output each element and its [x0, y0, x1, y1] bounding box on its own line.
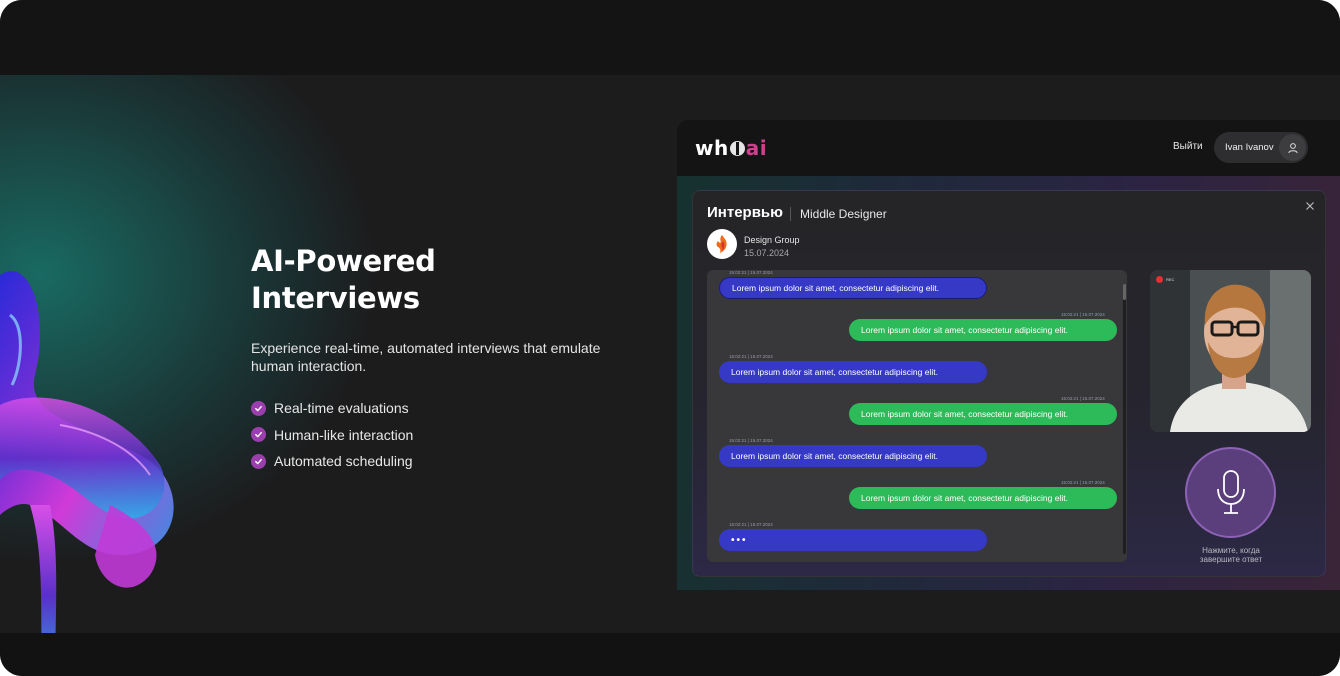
check-icon — [251, 400, 266, 416]
candidate-avatar-icon — [1150, 270, 1311, 432]
abstract-3d-shape-icon — [0, 271, 174, 633]
app-body: Интервью Middle Designer Design Group 15… — [677, 176, 1340, 590]
ai-message: Lorem ipsum dolor sit amet, consectetur … — [719, 277, 987, 299]
message-timestamp: 15:02:21 | 15.07.2024 — [729, 354, 773, 359]
recording-label: REC — [1166, 277, 1175, 282]
message-timestamp: 15:02:21 | 15.07.2024 — [729, 438, 773, 443]
message-timestamp: 15:02:21 | 15.07.2024 — [1061, 480, 1105, 485]
recording-indicator-icon — [1156, 276, 1163, 283]
hero-title: AI-Powered Interviews — [251, 244, 436, 315]
typing-indicator: ••• — [719, 529, 987, 551]
microphone-icon — [1216, 469, 1245, 514]
ai-message: Lorem ipsum dolor sit amet, consectetur … — [719, 445, 987, 467]
chat-panel[interactable]: 15:02:21 | 15.07.2024 Lorem ipsum dolor … — [707, 270, 1127, 562]
feature-item: Automated scheduling — [251, 448, 631, 475]
user-message: Lorem ipsum dolor sit amet, consectetur … — [849, 487, 1117, 509]
message-timestamp: 15:02:21 | 15.07.2024 — [1061, 396, 1105, 401]
user-menu-button[interactable]: Ivan Ivanov — [1214, 132, 1308, 163]
user-message: Lorem ipsum dolor sit amet, consectetur … — [849, 403, 1117, 425]
user-name: Ivan Ivanov — [1225, 142, 1274, 153]
hero-text: AI-Powered Interviews Experience real-ti… — [251, 243, 631, 475]
user-message: Lorem ipsum dolor sit amet, consectetur … — [849, 319, 1117, 341]
interview-date: 15.07.2024 — [744, 248, 790, 258]
logo-text: wh — [695, 136, 729, 160]
message-timestamp: 15:02:21 | 15.07.2024 — [729, 270, 773, 275]
message-timestamp: 15:02:21 | 15.07.2024 — [729, 522, 773, 527]
feature-label: Real-time evaluations — [274, 400, 409, 417]
modal-title: Интервью — [707, 204, 783, 221]
chat-scrollbar[interactable] — [1123, 284, 1126, 554]
feature-label: Automated scheduling — [274, 453, 413, 470]
app-logo[interactable]: wh ai — [695, 136, 767, 160]
user-icon — [1279, 134, 1306, 161]
chat-scrollbar-thumb[interactable] — [1123, 284, 1126, 300]
logout-link[interactable]: Выйти — [1173, 141, 1203, 152]
hero-description: Experience real-time, automated intervie… — [251, 340, 601, 374]
logo-o-icon — [729, 140, 745, 156]
check-icon — [251, 453, 266, 469]
position-name: Middle Designer — [800, 207, 887, 221]
interview-modal: Интервью Middle Designer Design Group 15… — [692, 190, 1326, 577]
top-band — [0, 0, 1340, 75]
page-frame: AI-Powered Interviews Experience real-ti… — [0, 0, 1340, 676]
candidate-video: REC — [1150, 270, 1311, 432]
bottom-band — [0, 633, 1340, 676]
app-window: wh ai Выйти Ivan Ivanov Интервью Middle … — [677, 120, 1340, 590]
feature-list: Real-time evaluations Human-like interac… — [251, 395, 631, 475]
ai-message: Lorem ipsum dolor sit amet, consectetur … — [719, 361, 987, 383]
feature-label: Human-like interaction — [274, 426, 414, 443]
logo-text-ai: ai — [745, 136, 768, 160]
microphone-button[interactable] — [1185, 447, 1276, 538]
check-icon — [251, 427, 266, 443]
close-icon[interactable] — [1304, 200, 1316, 212]
feature-item: Human-like interaction — [251, 422, 631, 449]
feature-item: Real-time evaluations — [251, 395, 631, 422]
message-timestamp: 15:02:21 | 15.07.2024 — [1061, 312, 1105, 317]
app-header: wh ai Выйти Ivan Ivanov — [677, 120, 1340, 176]
title-divider — [790, 207, 791, 221]
microphone-hint: Нажмите, когда завершите ответ — [1199, 546, 1263, 564]
company-logo-icon — [707, 229, 737, 259]
company-name: Design Group — [744, 235, 800, 245]
